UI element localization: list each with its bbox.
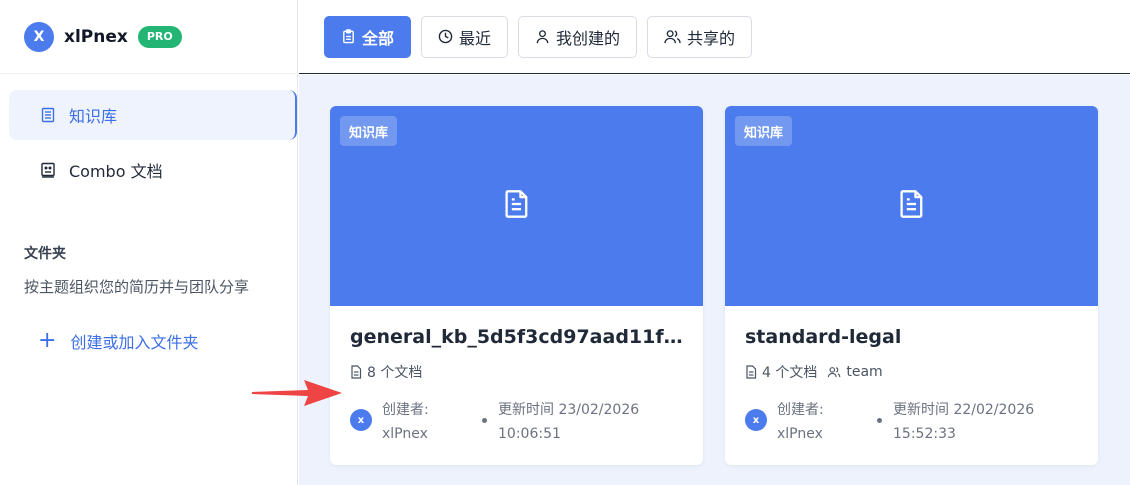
tab-shared[interactable]: 共享的 <box>647 15 753 58</box>
knowledge-base-icon <box>39 106 57 124</box>
sidebar-item-label: Combo 文档 <box>69 162 163 181</box>
team-indicator: team <box>827 364 883 380</box>
app-root: X xlPnex PRO 知识库 Combo 文档 文件夹 按主题组织您的简历并… <box>0 0 1130 485</box>
doc-count: 4 个文档 <box>762 365 818 381</box>
file-icon <box>350 365 362 379</box>
brand-name: xlPnex <box>64 26 128 47</box>
brand-header[interactable]: X xlPnex PRO <box>0 0 298 74</box>
users-icon <box>664 29 681 44</box>
creator-label: 创建者: <box>777 402 824 418</box>
combo-doc-icon <box>39 161 57 179</box>
updated-date: 更新时间 23/02/2026 <box>498 402 640 418</box>
card-cover: 知识库 <box>725 106 1098 306</box>
separator-dot <box>877 418 882 423</box>
tab-label: 最近 <box>459 28 492 48</box>
file-icon <box>745 365 757 379</box>
team-label: team <box>846 364 883 380</box>
tab-created-by-me[interactable]: 我创建的 <box>518 15 638 58</box>
sidebar-item-label: 知识库 <box>69 107 118 126</box>
card-footer: x 创建者: xlPnex 更新时间 23/02/2026 10:06:51 <box>350 396 685 446</box>
card-meta: 8 个文档 <box>350 362 422 382</box>
team-icon <box>827 366 841 378</box>
creator-avatar: x <box>745 409 767 431</box>
knowledge-base-grid: 知识库 general_kb_5d5f3cd97aad11f08... 8 个文… <box>299 75 1130 485</box>
card-meta: 4 个文档 team <box>745 362 883 382</box>
card-cover: 知识库 <box>330 106 703 306</box>
document-icon <box>898 189 926 223</box>
tab-label: 共享的 <box>687 28 736 48</box>
creator-info: 创建者: xlPnex <box>382 398 472 446</box>
plus-icon: + <box>38 328 57 353</box>
creator-label: 创建者: <box>382 402 429 418</box>
card-type-tag: 知识库 <box>735 116 793 146</box>
card-type-tag: 知识库 <box>340 116 398 146</box>
clock-icon <box>438 29 453 44</box>
knowledge-base-card[interactable]: 知识库 general_kb_5d5f3cd97aad11f08... 8 个文… <box>330 106 703 465</box>
card-footer: x 创建者: xlPnex 更新时间 22/02/2026 15:52:33 <box>745 396 1080 446</box>
create-folder-label: 创建或加入文件夹 <box>70 333 199 352</box>
brand-avatar: X <box>24 21 54 52</box>
updated-time: 15:52:33 <box>893 426 956 442</box>
document-icon <box>503 189 531 223</box>
tab-label: 我创建的 <box>556 28 621 48</box>
sidebar-item-knowledge-base[interactable]: 知识库 <box>9 90 297 140</box>
updated-date: 更新时间 22/02/2026 <box>893 402 1035 418</box>
create-or-join-folder-button[interactable]: + 创建或加入文件夹 <box>38 328 198 354</box>
updated-time: 10:06:51 <box>498 426 561 442</box>
creator-info: 创建者: xlPnex <box>777 398 867 446</box>
folders-title: 文件夹 <box>24 246 66 262</box>
tab-label: 全部 <box>362 28 395 48</box>
sidebar-item-combo-doc[interactable]: Combo 文档 <box>9 145 297 195</box>
clipboard-icon <box>341 29 356 44</box>
updated-info: 更新时间 23/02/2026 10:06:51 <box>498 398 678 446</box>
creator-avatar: x <box>350 409 372 431</box>
tab-recent[interactable]: 最近 <box>421 15 509 58</box>
doc-count: 8 个文档 <box>367 365 423 381</box>
folders-description: 按主题组织您的简历并与团队分享 <box>24 278 250 296</box>
card-title: general_kb_5d5f3cd97aad11f08... <box>350 326 685 348</box>
creator-name: xlPnex <box>382 426 428 442</box>
creator-name: xlPnex <box>777 426 823 442</box>
user-icon <box>535 29 550 44</box>
tab-all[interactable]: 全部 <box>324 15 412 58</box>
knowledge-base-card[interactable]: 知识库 standard-legal 4 个文档 team x 创建者: xlP… <box>725 106 1098 465</box>
separator-dot <box>482 418 487 423</box>
sidebar: X xlPnex PRO 知识库 Combo 文档 文件夹 按主题组织您的简历并… <box>0 0 298 485</box>
card-title: standard-legal <box>745 326 902 348</box>
updated-info: 更新时间 22/02/2026 15:52:33 <box>893 398 1073 446</box>
annotation-arrow-icon <box>252 380 342 406</box>
pro-badge: PRO <box>137 25 182 48</box>
filter-tabs-bar: 全部 最近 我创建的 共享的 <box>299 0 1130 74</box>
